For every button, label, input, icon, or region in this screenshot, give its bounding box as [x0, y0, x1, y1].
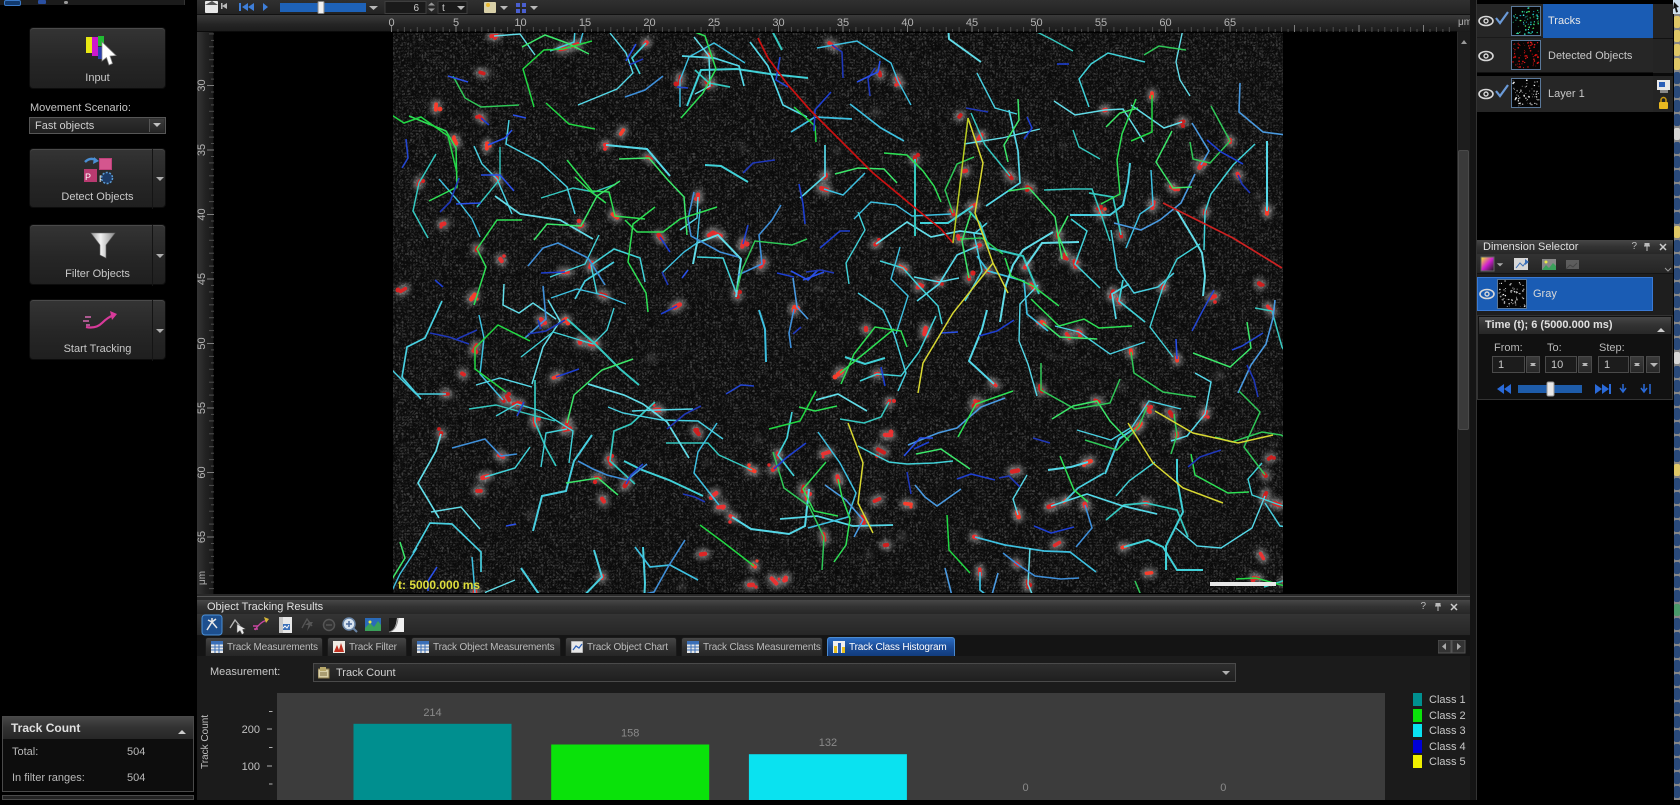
svg-text:30: 30: [772, 17, 784, 29]
svg-text:55: 55: [1095, 17, 1107, 29]
svg-text:60: 60: [197, 466, 208, 478]
svg-text:0: 0: [1220, 782, 1226, 794]
svg-text:35: 35: [837, 17, 849, 29]
svg-text:15: 15: [579, 17, 591, 29]
svg-text:6: 6: [413, 3, 419, 14]
svg-text:100: 100: [242, 761, 260, 773]
svg-text:P: P: [85, 172, 91, 182]
svg-text:45: 45: [966, 17, 978, 29]
svg-text:μm: μm: [197, 571, 208, 585]
svg-text:158: 158: [621, 728, 639, 740]
svg-text:50: 50: [1030, 17, 1042, 29]
svg-text:45: 45: [197, 273, 208, 285]
svg-text:t: t: [442, 3, 445, 14]
svg-text:214: 214: [423, 707, 441, 719]
svg-text:0: 0: [1023, 782, 1029, 794]
svg-text:t: 5000.000 ms: t: 5000.000 ms: [398, 578, 480, 592]
svg-text:20: 20: [643, 17, 655, 29]
svg-text:0: 0: [388, 17, 394, 29]
svg-text:132: 132: [819, 737, 837, 749]
svg-text:5: 5: [453, 17, 459, 29]
svg-text:25: 25: [708, 17, 720, 29]
svg-text:30: 30: [197, 79, 208, 91]
svg-text:50: 50: [197, 337, 208, 349]
svg-text:40: 40: [197, 208, 208, 220]
svg-text:60: 60: [1159, 17, 1171, 29]
svg-text:40: 40: [901, 17, 913, 29]
svg-text:10: 10: [514, 17, 526, 29]
svg-text:55: 55: [197, 402, 208, 414]
svg-text:65: 65: [197, 531, 208, 543]
svg-text:200: 200: [242, 724, 260, 736]
svg-text:35: 35: [197, 144, 208, 156]
svg-text:65: 65: [1224, 17, 1236, 29]
